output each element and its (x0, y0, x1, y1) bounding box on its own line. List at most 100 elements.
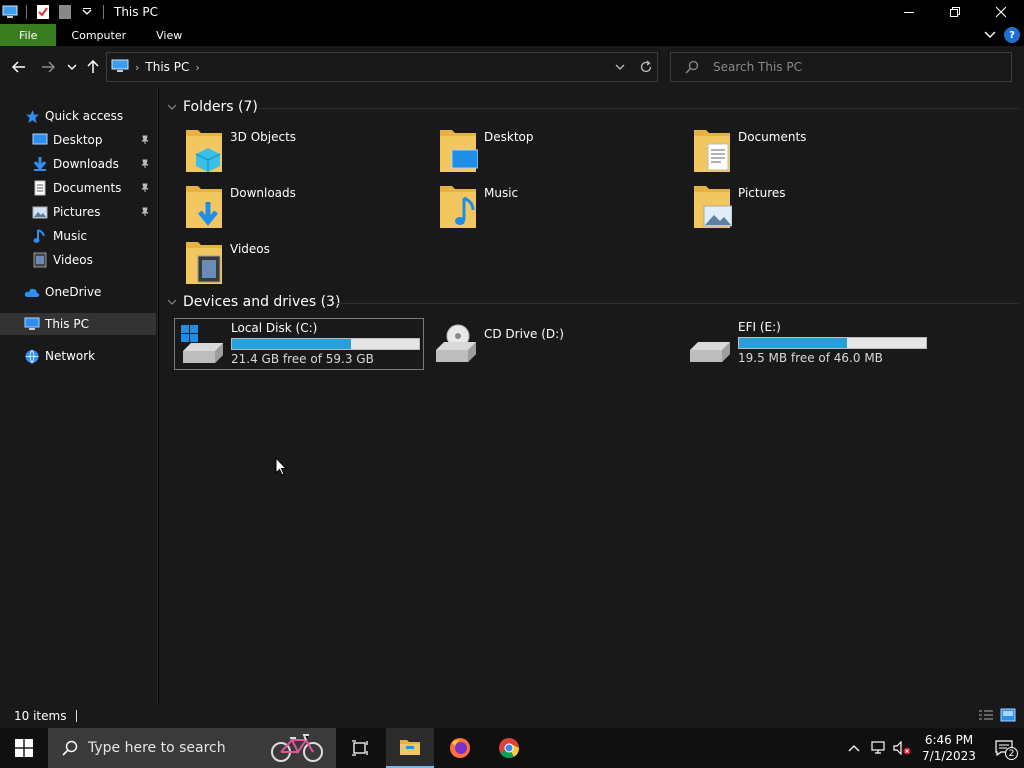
search-placeholder: Search This PC (713, 60, 802, 74)
chevron-down-icon[interactable] (167, 103, 177, 111)
notification-count: 2 (1005, 747, 1018, 760)
taskbar-file-explorer[interactable] (386, 728, 434, 768)
3d-objects-icon (186, 130, 222, 172)
taskbar-clock[interactable]: 6:46 PM 7/1/2023 (914, 732, 984, 764)
folder-desktop[interactable]: Desktop (438, 126, 688, 178)
close-button[interactable] (978, 0, 1024, 24)
folder-pictures[interactable]: Pictures (692, 182, 942, 234)
sidebar-item-onedrive[interactable]: OneDrive (0, 281, 156, 303)
chevron-down-icon[interactable] (79, 4, 95, 20)
sidebar-item-videos[interactable]: Videos (0, 249, 156, 271)
details-view-icon[interactable] (978, 708, 994, 722)
restore-button[interactable] (932, 0, 978, 24)
up-button[interactable] (84, 58, 102, 76)
chevron-right-icon[interactable]: › (135, 61, 139, 74)
address-controls (615, 53, 653, 81)
drive-label: Local Disk (C:) (231, 321, 318, 335)
pin-icon[interactable] (140, 134, 150, 148)
task-view-button[interactable] (336, 728, 384, 768)
chrome-icon (499, 738, 520, 759)
properties-icon[interactable] (35, 4, 51, 20)
sidebar-item-music[interactable]: Music (0, 225, 156, 247)
folder-videos[interactable]: Videos (184, 238, 434, 290)
sidebar-item-label: Quick access (45, 109, 124, 123)
pictures-icon (32, 204, 48, 220)
sidebar-item-downloads[interactable]: Downloads (0, 153, 156, 175)
item-count: 10 items (14, 709, 67, 723)
folder-label: Desktop (484, 130, 534, 144)
start-button[interactable] (0, 728, 48, 768)
sidebar-item-this-pc[interactable]: This PC (0, 313, 156, 335)
drives-group-header[interactable]: Devices and drives (3) (167, 294, 340, 310)
show-hidden-icons-button[interactable] (842, 728, 866, 768)
network-tray-button[interactable] (866, 728, 890, 768)
pin-icon[interactable] (140, 182, 150, 196)
folder-documents[interactable]: Documents (692, 126, 942, 178)
folder-label: Music (484, 186, 519, 200)
view-switcher (978, 708, 1016, 722)
drive-label: EFI (E:) (738, 320, 781, 334)
drive-local-disk-c[interactable]: Local Disk (C:) 21.4 GB free of 59.3 GB (174, 318, 424, 370)
tab-file[interactable]: File (0, 24, 57, 46)
toolbar-divider (26, 5, 27, 19)
address-bar[interactable]: › This PC › (106, 52, 658, 82)
forward-button[interactable] (39, 58, 57, 76)
taskbar: Type here to search 6:46 PM 7/1/2023 2 (0, 728, 1024, 768)
sidebar-item-label: Pictures (53, 205, 101, 219)
expand-ribbon-icon[interactable] (984, 31, 996, 39)
taskbar-chrome[interactable] (485, 728, 533, 768)
tab-view[interactable]: View (141, 24, 197, 46)
drive-efi-e[interactable]: EFI (E:) 19.5 MB free of 46.0 MB (682, 318, 932, 370)
videos-icon (32, 252, 48, 268)
group-divider (259, 108, 1019, 109)
action-center-button[interactable]: 2 (984, 728, 1024, 768)
recent-locations-button[interactable] (63, 58, 81, 76)
folders-group-header[interactable]: Folders (7) (167, 99, 258, 115)
system-tray: 6:46 PM 7/1/2023 2 (842, 728, 1024, 768)
arrow-left-icon (12, 61, 25, 73)
search-box[interactable]: Search This PC (670, 52, 1012, 82)
download-icon (32, 156, 48, 172)
pin-icon[interactable] (140, 158, 150, 172)
folder-downloads[interactable]: Downloads (184, 182, 434, 234)
folder-music[interactable]: Music (438, 182, 688, 234)
new-folder-icon[interactable] (57, 4, 73, 20)
chevron-right-icon[interactable]: › (195, 61, 199, 74)
star-icon (24, 108, 40, 124)
sidebar-item-documents[interactable]: Documents (0, 177, 156, 199)
folder-label: Pictures (738, 186, 786, 200)
drive-usage-fill (739, 338, 847, 348)
window-title: This PC (114, 5, 158, 19)
taskbar-search-box[interactable]: Type here to search (48, 728, 336, 768)
volume-tray-button[interactable] (890, 728, 914, 768)
arrow-up-icon (87, 60, 99, 73)
minimize-button[interactable] (886, 0, 932, 24)
back-button[interactable] (10, 58, 28, 76)
breadcrumb: › This PC › (135, 60, 200, 74)
clock-time: 6:46 PM (924, 733, 974, 747)
breadcrumb-this-pc[interactable]: This PC (145, 60, 189, 74)
sidebar-item-label: Videos (53, 253, 93, 267)
sidebar-item-label: Documents (53, 181, 122, 195)
sidebar-item-label: Network (45, 349, 96, 363)
pin-icon[interactable] (140, 206, 150, 220)
sidebar-item-pictures[interactable]: Pictures (0, 201, 156, 223)
volume-muted-icon (893, 741, 911, 755)
computer-icon[interactable] (2, 4, 18, 20)
tab-computer[interactable]: Computer (56, 24, 141, 46)
taskbar-firefox[interactable] (436, 728, 484, 768)
chevron-down-icon[interactable] (615, 63, 625, 71)
refresh-icon[interactable] (639, 60, 653, 74)
large-icons-view-icon[interactable] (1000, 708, 1016, 722)
firefox-icon (450, 738, 470, 758)
quick-access-toolbar (0, 0, 106, 24)
help-icon[interactable]: ? (1004, 27, 1020, 43)
sidebar-item-quick-access[interactable]: Quick access (0, 105, 156, 127)
sidebar-item-desktop[interactable]: Desktop (0, 129, 156, 151)
folder-label: Videos (230, 242, 270, 256)
sidebar-item-network[interactable]: Network (0, 345, 156, 367)
file-explorer-icon (400, 740, 420, 755)
chevron-down-icon[interactable] (167, 298, 177, 306)
drive-cd-d[interactable]: CD Drive (D:) (428, 318, 678, 370)
folder-3d-objects[interactable]: 3D Objects (184, 126, 434, 178)
